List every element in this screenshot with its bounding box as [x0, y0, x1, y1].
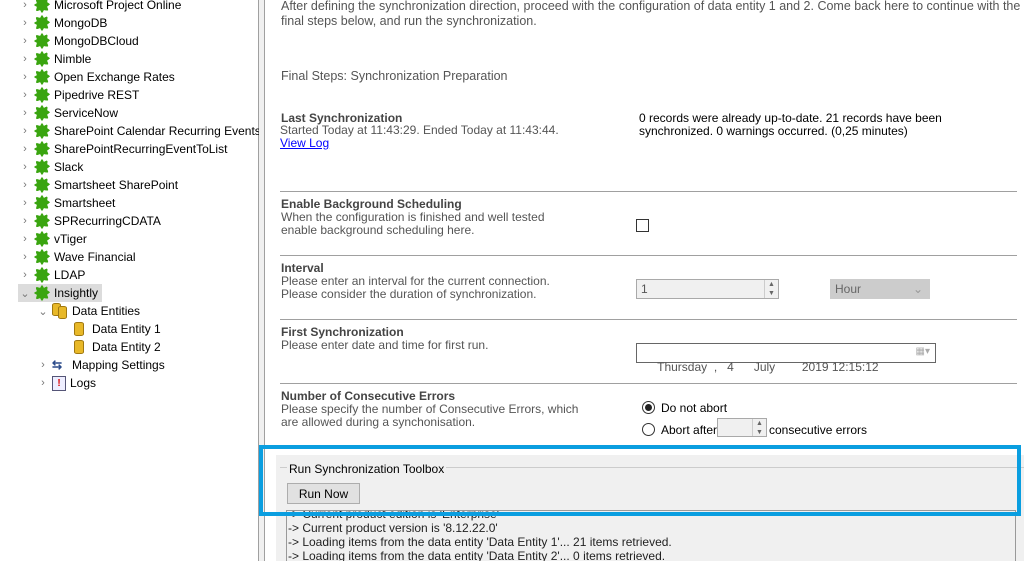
first-sync-datetime-picker[interactable]: Thursday , 4 July 2019 12:15:12 ▦▾ — [636, 343, 936, 374]
chevron-right-icon[interactable]: › — [18, 107, 32, 119]
gear-icon — [34, 141, 50, 157]
run-now-button[interactable]: Run Now — [287, 483, 360, 504]
divider — [280, 191, 1017, 192]
chevron-right-icon[interactable]: › — [36, 377, 50, 389]
chevron-right-icon[interactable]: › — [18, 89, 32, 101]
tree-item[interactable]: › Smartsheet — [18, 194, 115, 212]
tree-item-data-entity-2[interactable]: Data Entity 2 — [70, 338, 161, 356]
chevron-right-icon[interactable]: › — [18, 17, 32, 29]
calendar-icon[interactable]: ▦▾ — [916, 346, 930, 357]
spin-arrows-icon[interactable]: ▲ ▼ — [764, 280, 778, 298]
chevron-right-icon[interactable]: › — [18, 197, 32, 209]
tree-item[interactable]: › Smartsheet SharePoint — [18, 176, 178, 194]
gear-icon — [34, 105, 50, 121]
main-panel: After defining the synchronization direc… — [266, 0, 1024, 561]
tree-item[interactable]: › ServiceNow — [18, 104, 118, 122]
do-not-abort-radio[interactable] — [642, 401, 655, 414]
tree-item[interactable]: › Open Exchange Rates — [18, 68, 175, 86]
tree-item-data-entities[interactable]: ⌄ Data Entities — [36, 302, 140, 320]
gear-icon — [34, 267, 50, 283]
section-title: Final Steps: Synchronization Preparation — [281, 69, 508, 83]
chevron-right-icon[interactable]: › — [18, 179, 32, 191]
chevron-right-icon[interactable]: › — [18, 215, 32, 227]
divider — [280, 319, 1017, 320]
chevron-right-icon[interactable]: › — [18, 35, 32, 47]
gear-icon — [34, 123, 50, 139]
interval-unit-select[interactable]: Hour ⌄ — [830, 279, 930, 299]
tree-item-insightly[interactable]: ⌄ Insightly — [18, 284, 103, 302]
gear-icon — [34, 195, 50, 211]
chevron-right-icon[interactable]: › — [18, 0, 32, 11]
log-line: -> Current product version is '8.12.22.0… — [288, 521, 498, 535]
chevron-right-icon[interactable]: › — [18, 53, 32, 65]
tree-item[interactable]: › Microsoft Project Online — [18, 0, 181, 14]
chevron-right-icon[interactable]: › — [18, 161, 32, 173]
chevron-down-icon: ⌄ — [912, 282, 923, 296]
tree-item[interactable]: › Pipedrive REST — [18, 86, 139, 104]
tree-item[interactable]: › Slack — [18, 158, 83, 176]
navigation-tree: › Microsoft Project Online › MongoDB › MongoD… — [0, 0, 261, 561]
gear-icon — [34, 177, 50, 193]
log-line: -> Loading items from the data entity 'D… — [288, 549, 666, 561]
interval-stepper[interactable]: 1 ▲ ▼ — [636, 279, 779, 299]
gear-icon — [34, 0, 50, 13]
chevron-right-icon[interactable]: › — [18, 143, 32, 155]
log-icon: ! — [52, 375, 66, 391]
chevron-right-icon[interactable]: › — [36, 359, 50, 371]
chevron-down-icon[interactable]: ⌄ — [18, 287, 32, 300]
gear-icon — [34, 159, 50, 175]
database-icon — [74, 322, 84, 336]
chevron-right-icon[interactable]: › — [18, 233, 32, 245]
gear-icon — [34, 15, 50, 31]
chevron-right-icon[interactable]: › — [18, 269, 32, 281]
databases-icon — [52, 303, 68, 319]
log-output: -> Current product edition is 'Enterpris… — [286, 510, 1016, 561]
gear-icon — [34, 33, 50, 49]
tree-item[interactable]: › SharePointRecurringEventToList — [18, 140, 227, 158]
tree-item[interactable]: › MongoDB — [18, 14, 107, 32]
gear-icon — [34, 87, 50, 103]
background-scheduling-checkbox[interactable] — [636, 219, 649, 232]
tree-item[interactable]: › SharePoint Calendar Recurring Events — [18, 122, 261, 140]
tree-item-logs[interactable]: › ! Logs — [36, 374, 96, 392]
tree-item[interactable]: › LDAP — [18, 266, 85, 284]
chevron-right-icon[interactable]: › — [18, 71, 32, 83]
gear-icon — [34, 285, 50, 301]
error-count-stepper[interactable]: ▲ ▼ — [717, 418, 767, 437]
abort-after-radio[interactable] — [642, 423, 655, 436]
chevron-down-icon[interactable]: ⌄ — [36, 305, 50, 318]
log-line: -> Current product edition is 'Enterpris… — [288, 510, 500, 521]
tree-item[interactable]: › Nimble — [18, 50, 91, 68]
database-icon — [74, 340, 84, 354]
log-line: -> Loading items from the data entity 'D… — [288, 535, 672, 549]
gear-icon — [34, 69, 50, 85]
divider — [280, 383, 1017, 384]
splitter[interactable] — [259, 0, 265, 561]
view-log-link[interactable]: View Log — [280, 137, 329, 150]
tree-item[interactable]: › Wave Financial — [18, 248, 136, 266]
divider — [280, 255, 1017, 256]
chevron-right-icon[interactable]: › — [18, 125, 32, 137]
tree-item-mapping-settings[interactable]: › ⇆ Mapping Settings — [36, 356, 165, 374]
tree-item[interactable]: › MongoDBCloud — [18, 32, 139, 50]
tree-item-data-entity-1[interactable]: Data Entity 1 — [70, 320, 161, 338]
chevron-right-icon[interactable]: › — [18, 251, 32, 263]
mapping-arrows-icon: ⇆ — [52, 358, 63, 372]
gear-icon — [34, 231, 50, 247]
gear-icon — [34, 51, 50, 67]
gear-icon — [34, 213, 50, 229]
tree-item[interactable]: › SPRecurringCDATA — [18, 212, 161, 230]
gear-icon — [34, 249, 50, 265]
spin-arrows-icon[interactable]: ▲ ▼ — [752, 419, 766, 436]
tree-item[interactable]: › vTiger — [18, 230, 87, 248]
